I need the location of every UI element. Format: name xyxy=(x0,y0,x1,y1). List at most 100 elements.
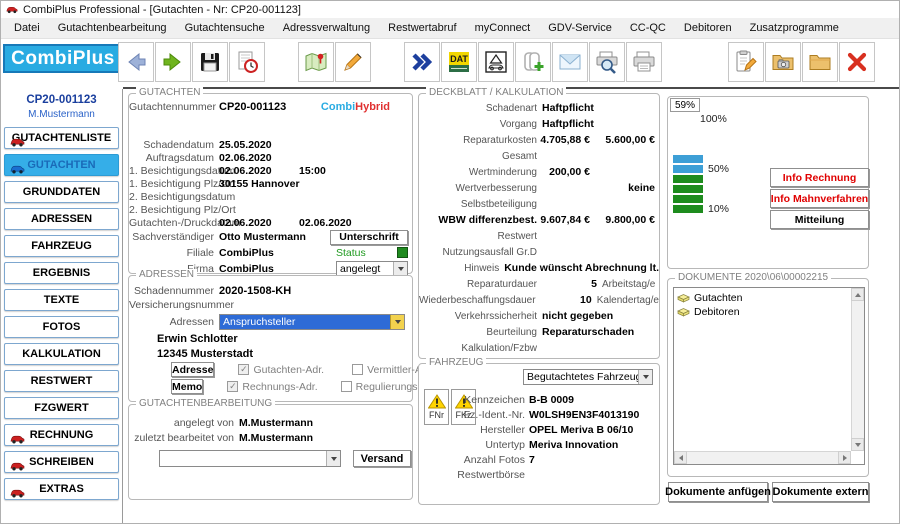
scroll-left-icon[interactable] xyxy=(674,451,687,464)
versand-button[interactable]: Versand xyxy=(353,450,411,467)
save-button[interactable] xyxy=(192,42,228,82)
chevron-down-icon[interactable] xyxy=(390,315,404,329)
sidebar-item-fotos[interactable]: FOTOS xyxy=(4,316,119,338)
menu-myconnect[interactable]: myConnect xyxy=(466,19,540,37)
checkbox-group: Gutachten-Adr. xyxy=(238,364,324,376)
sidebar-item-grunddaten[interactable]: GRUNDDATEN xyxy=(4,181,119,203)
schadennummer-value: 2020-1508-KH xyxy=(219,285,291,297)
save-schedule-button[interactable] xyxy=(229,42,265,82)
menu-adressverwaltung[interactable]: Adressverwaltung xyxy=(274,19,379,37)
sidebar-item-label: TEXTE xyxy=(44,294,79,306)
sidebar-item-schreiben[interactable]: SCHREIBEN xyxy=(4,451,119,473)
combiplus-logo: CombiPlus xyxy=(3,44,123,73)
field-row: 1. Besichtigung Plz/Ort30155 Hannover xyxy=(129,177,412,190)
dokumente-anfuegen-button[interactable]: Dokumente anfügen xyxy=(668,482,768,502)
combihybrid-badge: CombiHybrid xyxy=(321,101,390,113)
dropdown-value: Anspruchsteller xyxy=(220,315,390,329)
user-name[interactable]: M.Mustermann xyxy=(1,109,122,120)
adressen-dropdown[interactable]: Anspruchsteller xyxy=(219,314,405,330)
fahrzeug-dropdown[interactable]: Begutachtetes Fahrzeug xyxy=(523,369,653,385)
edit-button[interactable] xyxy=(335,42,371,82)
info-rechnung-button[interactable]: Info Rechnung xyxy=(770,168,869,187)
field-label: Wiederbeschaffungsdauer xyxy=(419,295,536,306)
red-car-icon xyxy=(10,431,25,452)
menu-gutachtensuche[interactable]: Gutachtensuche xyxy=(176,19,274,37)
chevron-down-icon[interactable] xyxy=(638,370,652,384)
email-icon xyxy=(557,49,583,75)
dokumente-extern-button[interactable]: Dokumente extern xyxy=(772,482,869,502)
back-icon xyxy=(123,49,149,75)
bar-segment xyxy=(673,185,703,193)
doc-item-gutachten[interactable]: Gutachten xyxy=(674,291,864,305)
map-button[interactable] xyxy=(298,42,334,82)
unterschrift-button[interactable]: Unterschrift xyxy=(330,230,408,245)
forward-icon xyxy=(160,49,186,75)
checkbox-rechnungs-adr[interactable] xyxy=(227,381,238,392)
checkbox-vermittler-adr[interactable] xyxy=(352,364,363,375)
sidebar-item-ergebnis[interactable]: ERGEBNIS xyxy=(4,262,119,284)
field-number: 10 xyxy=(536,294,592,306)
back-button[interactable] xyxy=(118,42,154,82)
dat-button[interactable]: DAT xyxy=(441,42,477,82)
menu-gdv-service[interactable]: GDV-Service xyxy=(539,19,621,37)
field-label: Wertminderung xyxy=(419,167,537,178)
firma-status-dropdown[interactable]: angelegt xyxy=(336,261,408,276)
email-button[interactable] xyxy=(552,42,588,82)
sidebar-item-fahrzeug[interactable]: FAHRZEUG xyxy=(4,235,119,257)
sidebar-item-gutachtenliste[interactable]: GUTACHTENLISTE xyxy=(4,127,119,149)
chevron-down-icon[interactable] xyxy=(326,451,340,466)
sidebar-item-extras[interactable]: EXTRAS xyxy=(4,478,119,500)
fnr-button[interactable]: FNr xyxy=(424,389,449,425)
print-preview-button[interactable] xyxy=(589,42,625,82)
field-row: UntertypMeriva Innovation xyxy=(455,437,657,452)
menu-cc-qc[interactable]: CC-QC xyxy=(621,19,675,37)
sidebar-item-restwert[interactable]: RESTWERT xyxy=(4,370,119,392)
vertical-scrollbar[interactable] xyxy=(851,288,864,451)
car-check-button[interactable] xyxy=(478,42,514,82)
sidebar-item-label: GUTACHTEN xyxy=(27,159,95,171)
sidebar-item-kalkulation[interactable]: KALKULATION xyxy=(4,343,119,365)
forward-button[interactable] xyxy=(155,42,191,82)
field-row: Kalkulation/Fzbw xyxy=(419,340,659,356)
print-button[interactable] xyxy=(626,42,662,82)
scroll-right-icon[interactable] xyxy=(838,451,851,464)
sidebar-item-label: KALKULATION xyxy=(22,348,101,360)
fahrzeug-fields: KennzeichenB-B 0009 Fz.-Ident.-Nr.W0LSH9… xyxy=(455,392,657,482)
field-row: Restwert xyxy=(419,228,659,244)
doc-item-debitoren[interactable]: Debitoren xyxy=(674,305,864,319)
menu-gutachtenbearbeitung[interactable]: Gutachtenbearbeitung xyxy=(49,19,176,37)
checkbox-gutachten-adr[interactable] xyxy=(238,364,249,375)
panel-bearbeitung: GUTACHTENBEARBEITUNG angelegt vonM.Muste… xyxy=(128,404,413,500)
field-row: Memo Rechnungs-Adr. Regulierungs-Adr. xyxy=(129,378,412,395)
info-mahnverfahren-button[interactable]: Info Mahnverfahren xyxy=(770,189,869,208)
menu-datei[interactable]: Datei xyxy=(5,19,49,37)
panel-fahrzeug: FAHRZEUG Begutachtetes Fahrzeug FNr FKz … xyxy=(418,363,660,505)
checkbox-regulierungs-adr[interactable] xyxy=(341,381,352,392)
horizontal-scrollbar[interactable] xyxy=(674,451,851,464)
sidebar-item-rechnung[interactable]: RECHNUNG xyxy=(4,424,119,446)
field-label: Schadennummer xyxy=(129,285,219,297)
scroll-down-icon[interactable] xyxy=(851,438,864,451)
panel-gutachten-legend: GUTACHTEN xyxy=(136,87,203,98)
menu-debitoren[interactable]: Debitoren xyxy=(675,19,741,37)
adresse-button[interactable]: Adresse xyxy=(171,362,214,377)
sidebar-item-adressen[interactable]: ADRESSEN xyxy=(4,208,119,230)
menu-zusatzprogramme[interactable]: Zusatzprogramme xyxy=(741,19,848,37)
mitteilung-button[interactable]: Mitteilung xyxy=(770,210,869,229)
field-row: Reparaturdauer5Arbeitstag/e xyxy=(419,276,659,292)
folder-button[interactable] xyxy=(802,42,838,82)
sidebar-item-gutachten[interactable]: GUTACHTEN xyxy=(4,154,119,176)
delete-button[interactable] xyxy=(839,42,875,82)
transfer-button[interactable] xyxy=(404,42,440,82)
report-edit-button[interactable] xyxy=(728,42,764,82)
menu-restwertabruf[interactable]: Restwertabruf xyxy=(379,19,465,37)
chevron-down-icon[interactable] xyxy=(393,262,407,275)
sidebar-item-fzgwert[interactable]: FZGWERT xyxy=(4,397,119,419)
sidebar-item-texte[interactable]: TEXTE xyxy=(4,289,119,311)
field-label: Reparaturkosten xyxy=(419,135,537,146)
memo-button[interactable]: Memo xyxy=(171,379,203,394)
scroll-up-icon[interactable] xyxy=(851,288,864,301)
versand-dropdown[interactable] xyxy=(159,450,341,467)
attach-button[interactable] xyxy=(515,42,551,82)
photo-folder-button[interactable] xyxy=(765,42,801,82)
